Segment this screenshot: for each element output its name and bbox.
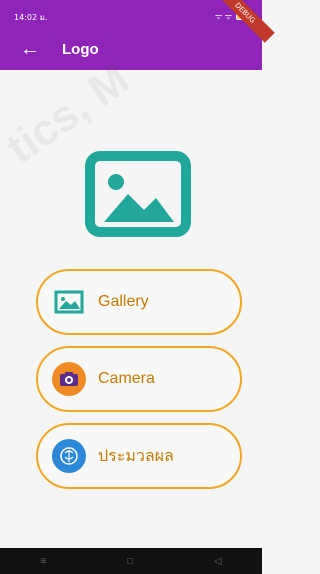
image-icon	[85, 151, 191, 237]
signal-icon: ᯤ ᯤ	[214, 12, 232, 21]
camera-label: Camera	[98, 370, 155, 387]
camera-button[interactable]: Camera	[36, 346, 242, 412]
system-nav-bar: ≡ □ ◁	[0, 548, 262, 574]
process-icon	[52, 439, 86, 473]
camera-icon	[52, 362, 86, 396]
back-arrow-icon[interactable]: ←	[20, 38, 40, 60]
app-bar: ← Logo	[0, 30, 262, 70]
gallery-label: Gallery	[98, 293, 149, 310]
status-bar: 14:02 ม. ᯤ ᯤ	[0, 0, 262, 30]
status-time: 14:02 ม.	[14, 13, 48, 22]
gallery-icon	[52, 285, 86, 319]
process-button[interactable]: ประมวลผล	[36, 423, 242, 489]
process-label: ประมวลผล	[98, 447, 174, 465]
home-icon[interactable]: □	[127, 556, 133, 567]
gallery-button[interactable]: Gallery	[36, 269, 242, 335]
page-title: Logo	[62, 41, 99, 58]
menu-icon[interactable]: ≡	[40, 556, 46, 567]
back-icon[interactable]: ◁	[214, 556, 222, 567]
